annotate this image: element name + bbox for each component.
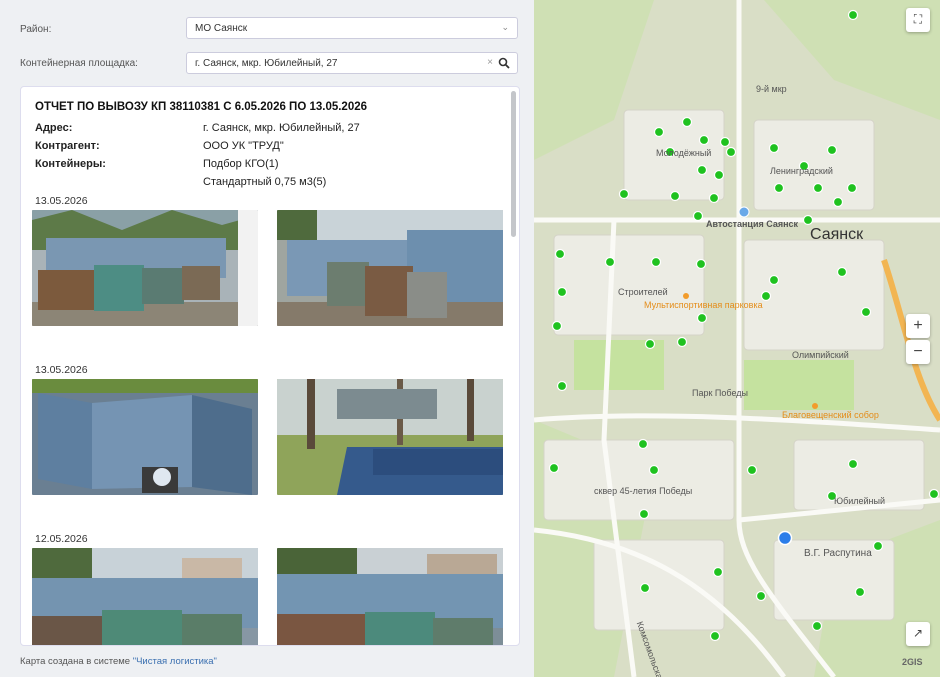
map-label: Парк Победы <box>692 388 748 398</box>
footer-note: Карта создана в системе "Чистая логистик… <box>20 656 217 667</box>
container-photo[interactable] <box>32 379 258 495</box>
search-icon[interactable] <box>498 57 510 69</box>
map-label: Ленинградский <box>770 166 833 176</box>
chevron-down-icon: ⌄ <box>501 22 509 32</box>
map-label: Строителей <box>618 287 668 297</box>
containers-value-1: Подбор КГО(1) <box>203 158 279 170</box>
map-label: Мультиспортивная парковка <box>644 300 763 310</box>
footer-link[interactable]: "Чистая логистика" <box>133 656 217 667</box>
left-panel: Район: МО Саянск ⌄ Контейнерная площадка… <box>0 0 534 677</box>
map-label: Молодёжный <box>656 148 712 158</box>
map-canvas[interactable] <box>534 0 940 677</box>
map-attribution: 2GIS <box>902 657 923 667</box>
map-label: 9-й мкр <box>756 84 787 94</box>
containers-label: Контейнеры: <box>35 158 106 170</box>
container-photo[interactable] <box>277 210 503 326</box>
photo-date: 13.05.2026 <box>35 195 88 207</box>
district-select[interactable]: МО Саянск ⌄ <box>186 17 518 39</box>
footer-prefix: Карта создана в системе <box>20 656 133 667</box>
map-label: Юбилейный <box>834 496 886 506</box>
fullscreen-button[interactable]: ⛶ <box>906 8 930 32</box>
containers-value-2: Стандартный 0,75 м3(5) <box>203 176 327 188</box>
district-value: МО Саянск <box>195 23 248 34</box>
selected-site-point[interactable] <box>777 530 793 546</box>
container-photo[interactable] <box>32 548 258 645</box>
photo-date: 13.05.2026 <box>35 364 88 376</box>
map-label: Благовещенский собор <box>782 410 879 420</box>
contractor-value: ООО УК "ТРУД" <box>203 140 284 152</box>
report-panel: ОТЧЕТ ПО ВЫВОЗУ КП 38110381 С 6.05.2026 … <box>20 86 520 646</box>
zoom-in-button[interactable]: + <box>906 314 930 338</box>
contractor-label: Контрагент: <box>35 140 100 152</box>
address-value: г. Саянск, мкр. Юбилейный, 27 <box>203 122 360 134</box>
report-scrollbar[interactable] <box>511 91 516 237</box>
site-value: г. Саянск, мкр. Юбилейный, 27 <box>195 58 338 69</box>
photo-date: 12.05.2026 <box>35 533 88 545</box>
map-label: Автостанция Саянск <box>706 219 799 229</box>
map-label: сквер 45-летия Победы <box>594 486 693 496</box>
map-label: В.Г. Распутина <box>804 548 872 559</box>
container-photo[interactable] <box>277 379 503 495</box>
city-label: Саянск <box>810 226 864 243</box>
site-label: Контейнерная площадка: <box>20 58 138 69</box>
address-label: Адрес: <box>35 122 73 134</box>
open-external-button[interactable]: ↗ <box>906 622 930 646</box>
map-view[interactable]: 9-й мкр Молодёжный Ленинградский Автоста… <box>534 0 940 677</box>
container-photo[interactable] <box>277 548 503 645</box>
report-title: ОТЧЕТ ПО ВЫВОЗУ КП 38110381 С 6.05.2026 … <box>35 101 368 113</box>
site-search-input[interactable]: г. Саянск, мкр. Юбилейный, 27 × <box>186 52 518 74</box>
clear-icon[interactable]: × <box>487 57 493 68</box>
container-photo[interactable] <box>32 210 258 326</box>
zoom-out-button[interactable]: − <box>906 340 930 364</box>
district-label: Район: <box>20 24 52 35</box>
map-label: Олимпийский <box>792 350 849 360</box>
